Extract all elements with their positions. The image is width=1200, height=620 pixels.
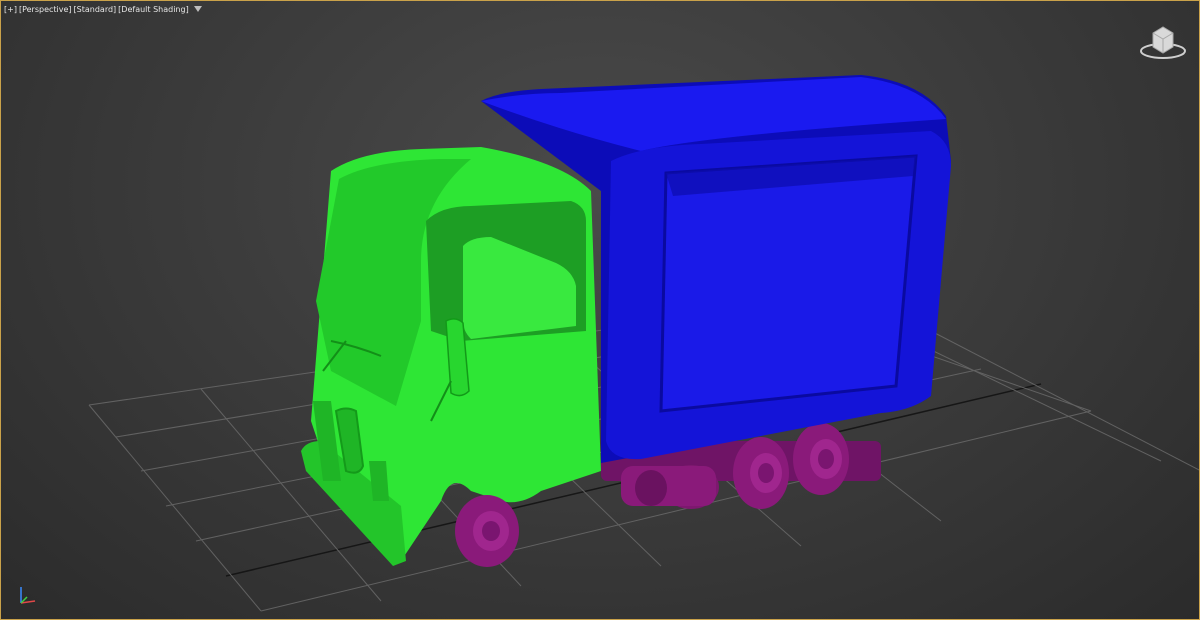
viewcube-icon[interactable] bbox=[1139, 21, 1187, 61]
scene-render[interactable] bbox=[1, 1, 1200, 620]
truck-cab bbox=[301, 147, 601, 566]
front-wheel bbox=[455, 495, 519, 567]
rear-wheel-1 bbox=[733, 437, 789, 509]
rear-wheel-2 bbox=[793, 423, 849, 495]
axis-tripod-icon bbox=[20, 587, 36, 604]
perspective-viewport[interactable]: [+] [Perspective] [Standard] [Default Sh… bbox=[0, 0, 1200, 620]
